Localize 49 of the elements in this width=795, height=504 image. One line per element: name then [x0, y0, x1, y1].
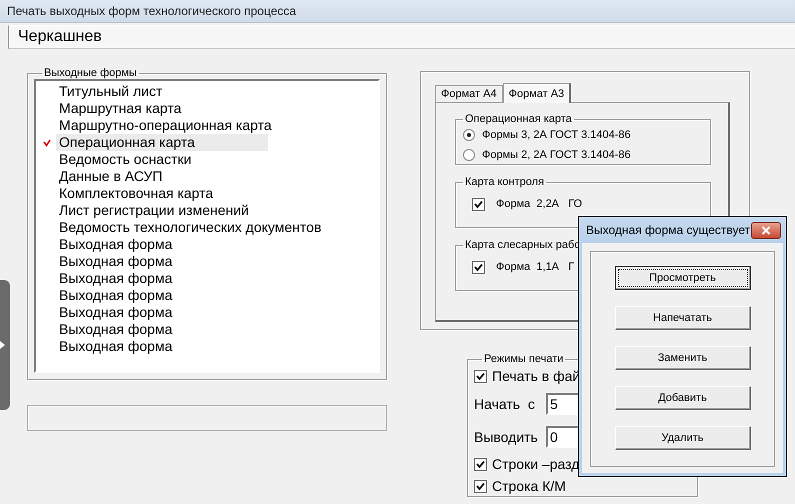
close-icon: [761, 226, 771, 234]
form-item[interactable]: Выходная форма: [56, 270, 176, 287]
group-title: Операционная карта: [464, 113, 573, 125]
user-name: Черкашнев: [18, 28, 102, 46]
format-tab[interactable]: Формат А3: [502, 83, 572, 103]
form-item[interactable]: Выходная форма: [56, 253, 176, 270]
option-label: Форма 2,2А ГО: [496, 198, 582, 210]
form-item[interactable]: Операционная карта: [56, 134, 268, 151]
form-item[interactable]: Комплектовочная карта: [56, 185, 216, 202]
checkbox[interactable]: [472, 260, 485, 274]
option-label: Строки –разд: [492, 456, 580, 472]
checkbox[interactable]: [474, 458, 487, 470]
dialog-button[interactable]: Заменить: [614, 346, 750, 370]
dialog-button[interactable]: Добавить: [614, 386, 750, 410]
field-label: Начать с: [474, 396, 536, 412]
form-item[interactable]: Выходная форма: [56, 287, 176, 304]
option-label: Формы 3, 2А ГОСТ 3.1404-86: [482, 129, 631, 141]
dialog-button[interactable]: Удалить: [614, 426, 750, 450]
side-handle[interactable]: [0, 280, 10, 410]
dialog-button[interactable]: Просмотреть: [614, 266, 750, 290]
window-title: Печать выходных форм технологического процесса: [7, 4, 296, 18]
field-label: Выводить: [474, 428, 538, 444]
form-item[interactable]: Маршрутная карта: [56, 100, 184, 117]
option-label: Форма 1,1А Г: [496, 261, 574, 273]
checkbox[interactable]: [474, 370, 487, 382]
form-item[interactable]: Выходная форма: [56, 304, 176, 321]
group-title: Выходные формы: [43, 67, 138, 79]
form-item[interactable]: Выходная форма: [56, 236, 176, 253]
checkbox[interactable]: [472, 198, 485, 210]
form-item[interactable]: Данные в АСУП: [56, 168, 166, 185]
radio-button[interactable]: [463, 129, 475, 141]
group-title: Карта контроля: [464, 176, 546, 188]
group-title: Режимы печати: [483, 353, 564, 365]
dialog-title: Выходная форма существует: [586, 223, 750, 237]
checkbox[interactable]: [474, 480, 487, 492]
option-label: Формы 2, 2А ГОСТ 3.1404-86: [482, 149, 631, 161]
form-item[interactable]: Ведомость оснастки: [56, 151, 194, 168]
form-item[interactable]: Маршрутно-операционная карта: [56, 117, 275, 134]
radio-button[interactable]: [463, 149, 475, 161]
option-label: Строка К/М: [492, 478, 566, 494]
form-item[interactable]: Выходная форма: [56, 321, 176, 338]
close-button[interactable]: [751, 222, 781, 238]
form-item[interactable]: Лист регистрации изменений: [56, 202, 252, 219]
format-tab[interactable]: Формат А4: [435, 85, 503, 102]
dialog-button[interactable]: Напечатать: [614, 306, 750, 330]
arrow-right-icon: [0, 341, 5, 349]
form-item[interactable]: Титульный лист: [56, 83, 166, 100]
form-item[interactable]: Выходная форма: [56, 338, 176, 355]
form-item[interactable]: Ведомость технологических документов: [56, 219, 324, 236]
